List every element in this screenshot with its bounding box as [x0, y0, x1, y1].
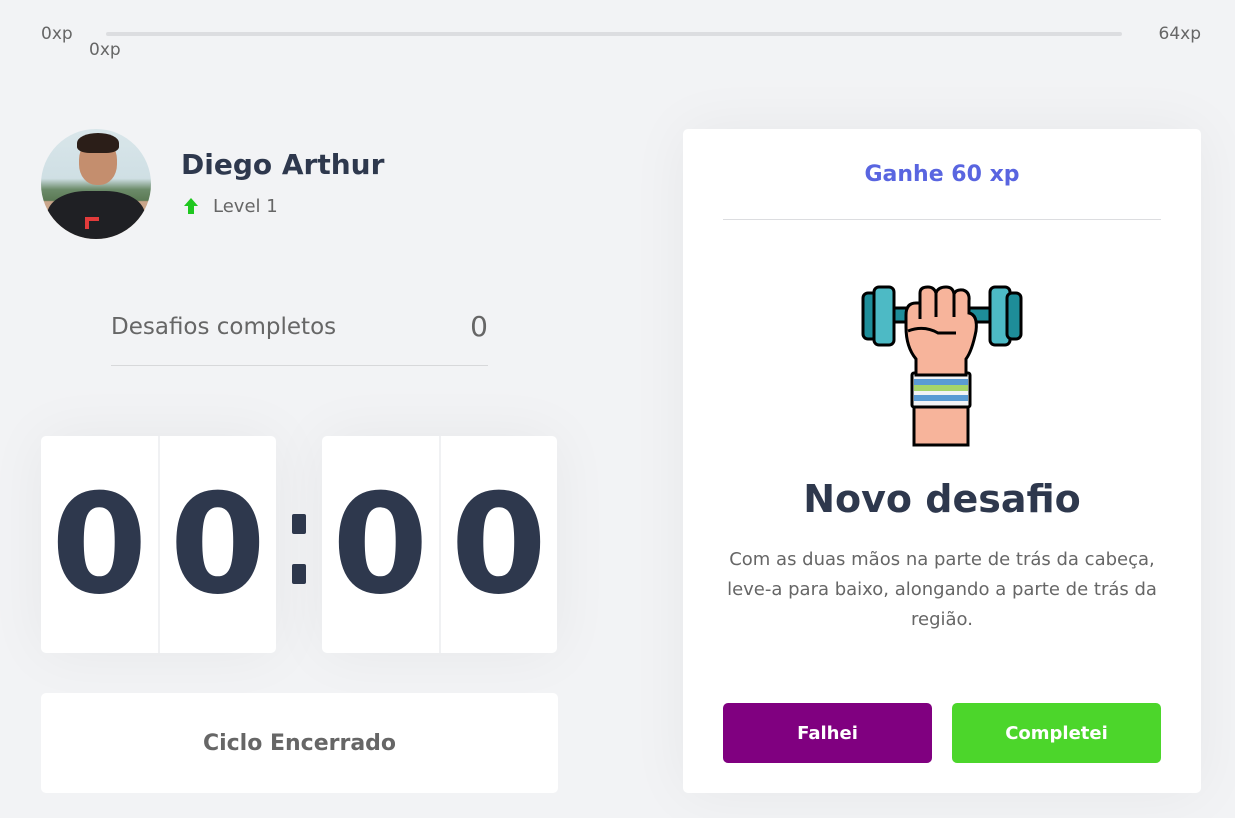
completed-challenges-count: 0: [470, 310, 488, 343]
countdown-minutes: 0 0: [41, 436, 276, 653]
challenge-xp-header: Ganhe 60 xp: [723, 129, 1161, 220]
challenge-title: Novo desafio: [803, 477, 1081, 521]
countdown-colon: [288, 514, 310, 586]
level-up-arrow-icon: [184, 197, 198, 214]
xp-current-label: 0xp: [89, 40, 121, 60]
cycle-finished-button[interactable]: Ciclo Encerrado: [41, 693, 558, 793]
level-info: Level 1: [183, 196, 278, 217]
completed-challenges-label: Desafios completos: [111, 314, 337, 340]
minute-digit-left: 0: [41, 436, 159, 653]
dumbbell-fist-icon: [861, 285, 1023, 447]
challenge-card: Ganhe 60 xp Novo desafio Com as duas mão…: [683, 129, 1201, 793]
second-digit-right: 0: [439, 436, 558, 653]
avatar: [41, 129, 151, 239]
challenge-description: Com as duas mãos na parte de trás da cab…: [727, 549, 1157, 631]
user-name: Diego Arthur: [181, 148, 385, 181]
second-digit-left: 0: [322, 436, 440, 653]
countdown-seconds: 0 0: [322, 436, 557, 653]
minute-digit-right: 0: [158, 436, 277, 653]
level-label: Level 1: [213, 196, 278, 217]
completed-challenges: Desafios completos 0: [111, 306, 488, 366]
xp-max-label: 64xp: [1158, 24, 1201, 44]
fail-button[interactable]: Falhei: [723, 703, 932, 763]
xp-min-label: 0xp: [41, 24, 73, 44]
complete-button[interactable]: Completei: [952, 703, 1161, 763]
xp-progress-bar: [106, 32, 1122, 36]
